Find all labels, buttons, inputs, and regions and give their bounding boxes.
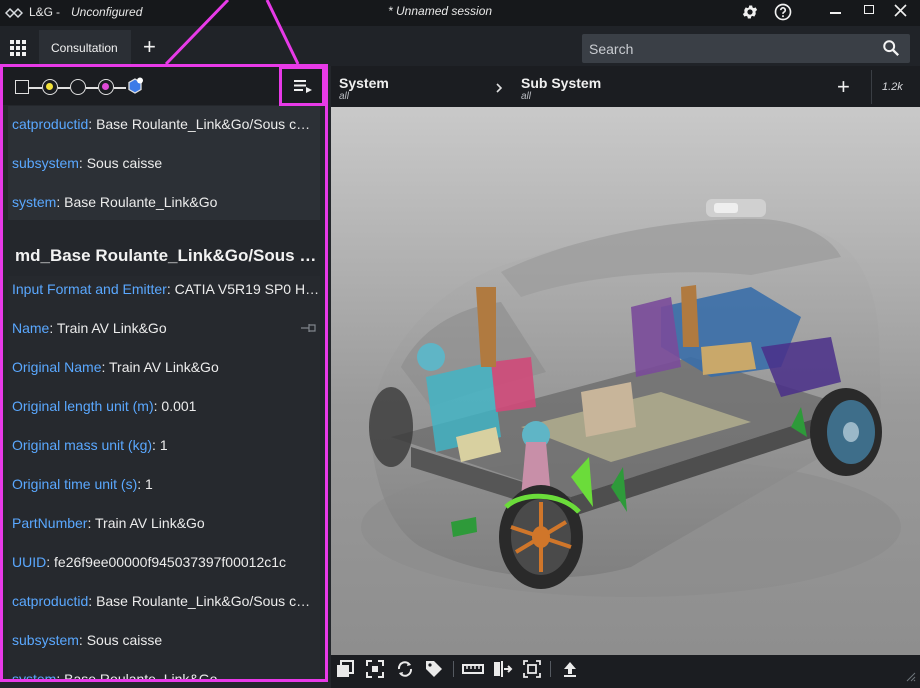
divider xyxy=(871,70,872,104)
chevron-right-icon xyxy=(496,83,503,93)
item-count: 1.2k xyxy=(882,81,903,93)
resize-handle-icon[interactable] xyxy=(906,672,916,682)
settings-icon[interactable] xyxy=(741,3,759,21)
fit-view-icon[interactable] xyxy=(366,660,384,678)
3d-viewer[interactable] xyxy=(331,107,920,655)
breadcrumb-subsystem-filter: all xyxy=(521,91,532,102)
tab-consultation-label: Consultation xyxy=(51,41,118,55)
session-name: * Unnamed session xyxy=(388,4,493,18)
toolbar-separator xyxy=(453,661,454,677)
copy-view-icon[interactable] xyxy=(336,660,354,678)
highlight-frame-filter xyxy=(279,66,325,106)
measure-ruler-icon[interactable] xyxy=(462,662,484,676)
add-tab-button[interactable]: + xyxy=(143,34,156,60)
viewer-toolbar xyxy=(331,655,920,688)
rotate-icon[interactable] xyxy=(396,660,414,678)
add-breadcrumb-button[interactable]: + xyxy=(837,74,850,100)
help-icon[interactable] xyxy=(774,3,792,21)
app-name: L&G xyxy=(29,5,54,19)
maximize-icon[interactable] xyxy=(864,5,874,14)
breadcrumb xyxy=(331,66,920,107)
minimize-icon[interactable] xyxy=(830,12,841,14)
close-icon[interactable] xyxy=(894,4,907,17)
apps-grid-icon[interactable] xyxy=(10,40,26,56)
config-name: Unconfigured xyxy=(71,5,143,19)
breadcrumb-subsystem[interactable]: Sub System xyxy=(521,75,601,91)
toolbar-separator xyxy=(550,661,551,677)
upload-icon[interactable] xyxy=(561,660,579,678)
search-icon[interactable] xyxy=(882,39,900,57)
section-cut-icon[interactable] xyxy=(493,660,513,678)
explode-view-icon[interactable] xyxy=(523,660,541,678)
tag-icon[interactable] xyxy=(425,660,443,678)
title-separator: - xyxy=(56,5,60,19)
app-logo-icon xyxy=(5,7,23,19)
breadcrumb-system-filter: all xyxy=(339,91,350,102)
highlight-frame xyxy=(0,64,328,682)
search-placeholder: Search xyxy=(589,41,634,57)
vehicle-3d-model xyxy=(361,199,901,597)
breadcrumb-system[interactable]: System xyxy=(339,75,389,91)
